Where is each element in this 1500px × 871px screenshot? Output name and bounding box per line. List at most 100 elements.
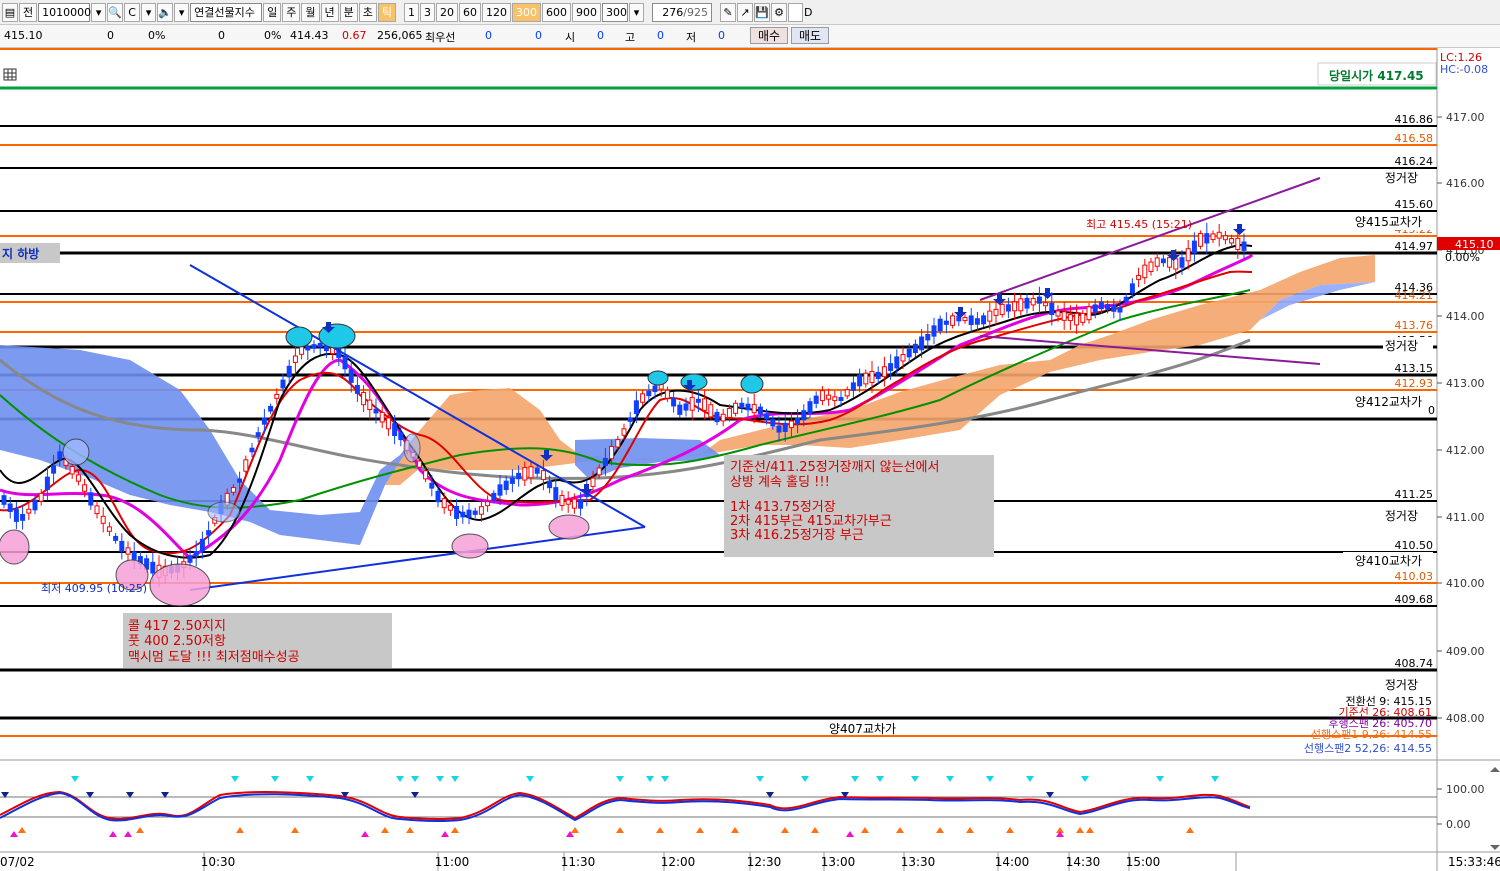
search-icon[interactable]: 🔍	[107, 2, 124, 22]
code-input[interactable]: 10100000	[38, 2, 98, 22]
candle-body	[695, 398, 701, 403]
candle-body	[286, 365, 292, 378]
time-axis: 10:30 11:00 11:30 12:00 12:30 13:00 13:30 14:00…	[201, 852, 1160, 871]
count-dropdown-icon[interactable]: ▾	[629, 2, 644, 22]
candle-body	[652, 385, 658, 392]
price-chart[interactable]: 417.00416.00415.00414.00413.00412.00411.…	[0, 48, 1500, 871]
level-label: 414.97	[1395, 240, 1434, 253]
osc-arrow-cyan	[646, 776, 654, 782]
candle-body	[633, 400, 639, 415]
tick-20[interactable]: 20	[436, 2, 458, 22]
quote-go: 0	[657, 29, 664, 42]
period-second[interactable]: 초	[358, 2, 377, 22]
osc-arrow-orange	[381, 827, 389, 833]
candle-body	[206, 530, 212, 536]
indicator-icon[interactable]: ↗	[737, 2, 753, 22]
count-input[interactable]: 300	[602, 2, 628, 22]
drawing-tools-icon[interactable]: ✎	[720, 2, 736, 22]
candle-body	[1117, 307, 1123, 313]
candle-body	[919, 336, 925, 351]
candle-body	[528, 466, 534, 479]
right-level-label: 양415교차가	[1355, 215, 1422, 229]
candle-body	[361, 392, 367, 406]
candle-body	[497, 484, 503, 496]
candle-body	[491, 492, 497, 501]
tick-600[interactable]: 600	[542, 2, 571, 22]
osc-arrow-cyan	[986, 776, 994, 782]
osc-arrow-orange	[1006, 827, 1014, 833]
candle-body	[435, 490, 441, 503]
period-tick[interactable]: 틱	[377, 2, 396, 22]
osc-arrow-magenta	[124, 831, 132, 837]
candle-body	[199, 538, 205, 552]
level-label: 414.21	[1395, 289, 1434, 302]
period-day[interactable]: 일	[263, 2, 282, 22]
candle-body	[943, 320, 949, 325]
level-label: 413.76	[1395, 319, 1434, 332]
price-tick-label: 416.00	[1446, 177, 1485, 190]
candle-body	[94, 505, 100, 515]
tick-300[interactable]: 300	[512, 2, 541, 22]
legend-item: 선행스팬1 9,26: 414.55	[1311, 728, 1432, 741]
quote-bar: 415.10 0 0% 0 0% 414.43 0.67 256,065 최우선…	[0, 25, 1500, 48]
tick-1[interactable]: 1	[404, 2, 419, 22]
open-badge: 당일시가 417.45	[1329, 68, 1424, 83]
price-tick-label: 411.00	[1446, 511, 1485, 524]
period-minute[interactable]: 분	[339, 2, 358, 22]
candle-body	[379, 411, 385, 423]
osc-arrow-orange	[451, 827, 459, 833]
right-level-label: 정거장	[1385, 509, 1418, 523]
candle-body	[547, 480, 553, 489]
time-label: 11:30	[561, 855, 596, 869]
candle-body	[962, 316, 968, 322]
oscillator-panel	[0, 776, 1437, 837]
save-icon[interactable]: 💾	[754, 2, 770, 22]
candle-body	[268, 405, 274, 412]
sell-button[interactable]: 매도	[791, 27, 829, 44]
settings-icon[interactable]: ⚙	[771, 2, 787, 22]
chart-type-icon[interactable]: ▤	[2, 2, 18, 22]
time-label: 14:30	[1066, 855, 1101, 869]
quote-p2: 0%	[264, 29, 282, 42]
candle-body	[75, 474, 81, 482]
candle-body	[38, 492, 44, 502]
tick-60[interactable]: 60	[459, 2, 481, 22]
candle-body	[640, 393, 646, 403]
candle-body	[906, 348, 912, 358]
tick-120[interactable]: 120	[482, 2, 511, 22]
period-year[interactable]: 년	[320, 2, 339, 22]
grid-icon[interactable]	[3, 68, 17, 81]
period-week[interactable]: 주	[282, 2, 301, 22]
d-checkbox[interactable]	[788, 2, 803, 22]
candle-body	[1036, 296, 1042, 304]
time-label: 12:00	[661, 855, 696, 869]
candle-body	[1049, 302, 1055, 315]
candle-body	[974, 318, 980, 325]
speaker-icon[interactable]: 🔈	[157, 2, 174, 22]
price-tick-label: 410.00	[1446, 577, 1485, 590]
menu-dropdown-icon[interactable]: ▾	[141, 2, 157, 22]
osc-arrow-orange	[656, 827, 664, 833]
time-label: 13:00	[821, 855, 856, 869]
osc-arrow-orange	[936, 827, 944, 833]
buy-button[interactable]: 매수	[750, 27, 788, 44]
osc-arrow-cyan	[1156, 776, 1164, 782]
prev-button[interactable]: 전	[19, 2, 38, 22]
candle-body	[894, 356, 900, 369]
speaker-dropdown-icon[interactable]: ▾	[174, 2, 190, 22]
level-label: 412.93	[1395, 377, 1434, 390]
level-label: 413.15	[1395, 362, 1434, 375]
tick-900[interactable]: 900	[572, 2, 601, 22]
candle-body	[429, 482, 435, 489]
candle-body	[1061, 311, 1067, 321]
code-dropdown-icon[interactable]: ▾	[91, 2, 107, 22]
candle-body	[311, 344, 317, 349]
candle-body	[559, 494, 565, 507]
candle-body	[69, 466, 75, 475]
period-month[interactable]: 월	[301, 2, 320, 22]
candle-body	[20, 513, 26, 521]
tick-3[interactable]: 3	[420, 2, 435, 22]
osc-arrow-cyan	[756, 776, 764, 782]
osc-arrow-cyan	[306, 776, 314, 782]
currency-icon[interactable]: C	[124, 2, 141, 22]
